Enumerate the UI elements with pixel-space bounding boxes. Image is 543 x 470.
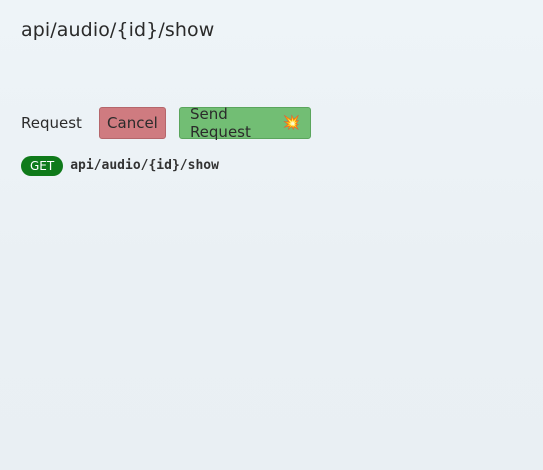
page-title: api/audio/{id}/show <box>21 19 215 41</box>
collision-icon: 💥 <box>282 115 300 131</box>
endpoint-path: api/audio/{id}/show <box>70 158 219 173</box>
send-request-button[interactable]: Send Request 💥 <box>178 105 311 141</box>
send-request-button-label: Send Request <box>189 105 251 141</box>
request-label: Request <box>21 114 82 132</box>
cancel-button-label: Cancel <box>107 114 158 132</box>
request-toolbar: Request Cancel Send Request 💥 <box>21 105 311 141</box>
endpoint-row: GET api/audio/{id}/show <box>21 155 219 176</box>
method-badge: GET <box>21 155 64 176</box>
cancel-button[interactable]: Cancel <box>98 107 166 139</box>
